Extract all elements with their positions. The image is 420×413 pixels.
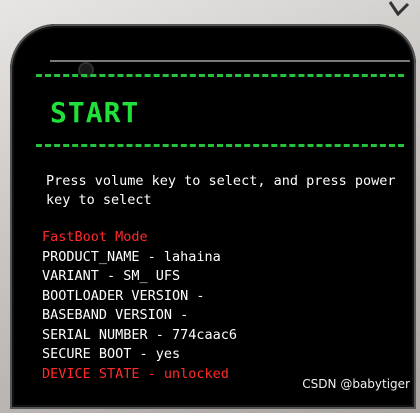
phone-top-edge: [50, 60, 410, 62]
product-name-line: PRODUCT_NAME - lahaina: [42, 248, 221, 265]
top-dashed-divider: [36, 74, 404, 77]
instruction-text: Press volume key to select, and press po…: [46, 173, 396, 208]
fastboot-screen: START Press volume key to select, and pr…: [36, 74, 416, 409]
device-info-panel: FastBoot Mode PRODUCT_NAME - lahaina VAR…: [42, 228, 412, 384]
watermark-text: CSDN @babytiger: [302, 377, 410, 391]
start-option[interactable]: START: [50, 96, 139, 129]
bootloader-version-line: BOOTLOADER VERSION -: [42, 287, 205, 304]
variant-line: VARIANT - SM_ UFS: [42, 268, 181, 284]
fastboot-mode-label: FastBoot Mode: [42, 229, 148, 245]
baseband-version-line: BASEBAND VERSION -: [42, 307, 189, 323]
secure-boot-line: SECURE BOOT - yes: [42, 346, 181, 362]
phone-device: START Press volume key to select, and pr…: [10, 24, 416, 409]
corner-logo-fragment: [388, 1, 410, 17]
bottom-dashed-divider: [36, 144, 404, 147]
serial-number-line: SERIAL NUMBER - 774caac6: [42, 326, 238, 343]
